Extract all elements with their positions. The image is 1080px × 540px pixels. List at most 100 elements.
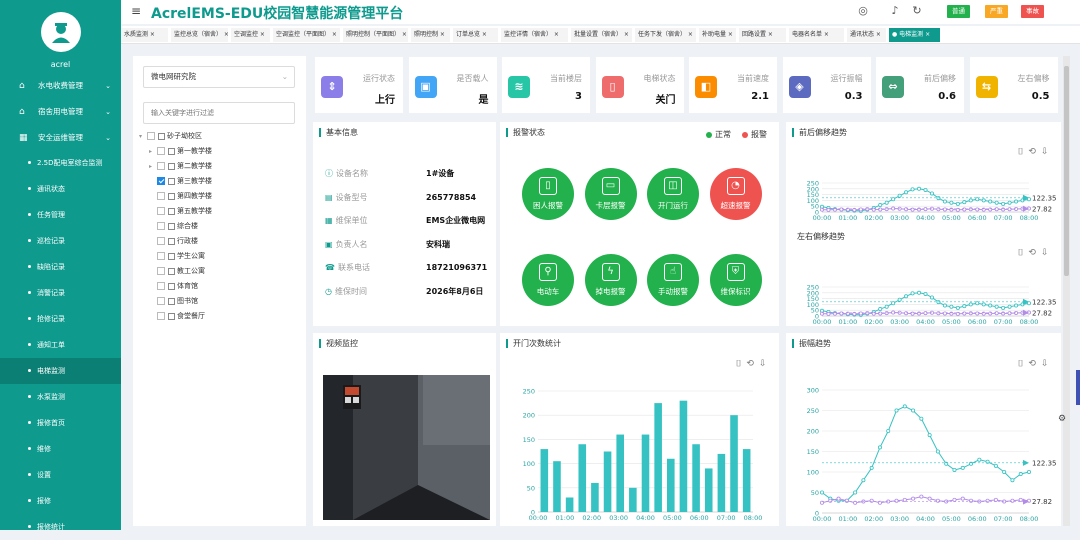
data-point — [1018, 472, 1023, 477]
data-point — [861, 478, 866, 483]
x-tick-label: 08:00 — [1020, 515, 1039, 523]
scrollbar[interactable] — [1063, 56, 1070, 526]
data-point — [878, 307, 883, 312]
data-point — [962, 207, 967, 212]
x-tick-label: 00:00 — [813, 214, 832, 222]
data-point — [894, 408, 899, 413]
x-tick-label: 05:00 — [942, 214, 961, 222]
data-point — [975, 311, 980, 316]
data-point — [858, 311, 863, 316]
mark-label: 27.82 — [1032, 309, 1052, 317]
data-point — [923, 311, 928, 316]
data-point — [886, 428, 891, 433]
bar — [540, 449, 549, 512]
data-point — [1014, 199, 1019, 204]
data-point — [891, 197, 896, 202]
data-point — [994, 200, 999, 205]
data-point — [936, 311, 941, 316]
x-tick-label: 03:00 — [890, 214, 909, 222]
data-point — [919, 416, 924, 421]
data-point — [942, 303, 947, 308]
x-tick-label: 08:00 — [1020, 214, 1039, 222]
y-tick-label: 200 — [523, 412, 535, 420]
data-point — [1010, 478, 1015, 483]
data-point — [993, 497, 998, 502]
x-tick-label: 03:00 — [609, 514, 628, 522]
data-point — [897, 193, 902, 198]
data-point — [865, 207, 870, 212]
data-point — [952, 497, 957, 502]
data-point — [865, 311, 870, 316]
y-tick-label: 250 — [807, 284, 819, 292]
data-point — [975, 301, 980, 306]
bar — [603, 451, 612, 512]
bar — [742, 449, 751, 512]
series-line — [821, 405, 1030, 502]
data-point — [955, 201, 960, 206]
mark-label: 122.35 — [1032, 459, 1057, 467]
x-tick-label: 07:00 — [994, 515, 1013, 523]
data-point — [942, 199, 947, 204]
data-point — [981, 302, 986, 307]
y-tick-label: 100 — [807, 469, 819, 477]
data-point — [919, 494, 924, 499]
data-point — [955, 305, 960, 310]
data-point — [975, 197, 980, 202]
data-point — [927, 496, 932, 501]
data-point — [923, 187, 928, 192]
data-point — [917, 207, 922, 212]
data-point — [878, 207, 883, 212]
x-tick-label: 05:00 — [942, 318, 961, 326]
data-point — [1014, 303, 1019, 308]
scrollbar-thumb[interactable] — [1064, 66, 1069, 276]
bar — [641, 434, 650, 512]
data-point — [962, 304, 967, 309]
data-point — [977, 457, 982, 462]
data-point — [923, 207, 928, 212]
mark-label: 122.35 — [1032, 194, 1057, 202]
settings-icon[interactable]: ⚙ — [1058, 414, 1066, 424]
data-point — [962, 200, 967, 205]
data-point — [904, 311, 909, 316]
data-point — [904, 294, 909, 299]
data-point — [1001, 207, 1006, 212]
data-point — [975, 207, 980, 212]
data-point — [968, 311, 973, 316]
data-point — [1007, 200, 1012, 205]
x-tick-label: 06:00 — [968, 214, 987, 222]
mark-label: 122.35 — [1032, 298, 1057, 306]
data-point — [891, 301, 896, 306]
data-point — [968, 207, 973, 212]
data-point — [1027, 469, 1032, 474]
x-tick-label: 01:00 — [839, 214, 858, 222]
bar — [704, 468, 713, 512]
mark-arrow — [1023, 309, 1029, 316]
x-tick-label: 07:00 — [717, 514, 736, 522]
data-point — [1018, 497, 1023, 502]
x-tick-label: 00:00 — [529, 514, 548, 522]
bar — [553, 461, 561, 512]
data-point — [994, 311, 999, 316]
y-tick-label: 250 — [523, 388, 535, 396]
data-point — [897, 297, 902, 302]
data-point — [917, 311, 922, 316]
data-point — [911, 496, 916, 501]
y-tick-label: 50 — [811, 489, 819, 497]
x-tick-label: 00:00 — [813, 318, 832, 326]
data-point — [994, 207, 999, 212]
data-point — [936, 207, 941, 212]
data-point — [929, 295, 934, 300]
x-tick-label: 07:00 — [994, 214, 1013, 222]
x-tick-label: 02:00 — [864, 214, 883, 222]
data-point — [981, 198, 986, 203]
data-point — [858, 207, 863, 212]
side-drawer-tab[interactable] — [1076, 370, 1080, 405]
data-point — [1001, 201, 1006, 206]
x-tick-label: 01:00 — [839, 515, 858, 523]
data-point — [988, 311, 993, 316]
data-point — [960, 465, 965, 470]
data-point — [904, 190, 909, 195]
data-point — [968, 302, 973, 307]
x-tick-label: 06:00 — [968, 515, 987, 523]
data-point — [952, 467, 957, 472]
